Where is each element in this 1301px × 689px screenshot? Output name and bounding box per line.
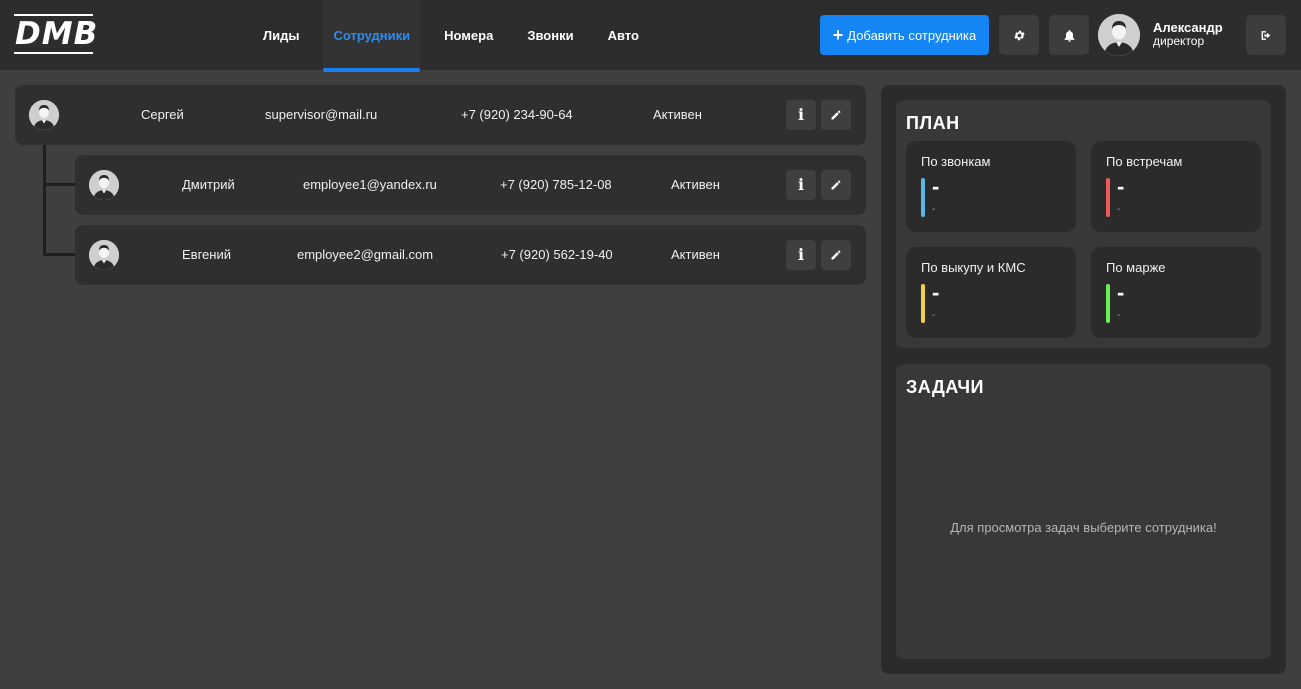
employee-status: Активен (653, 107, 702, 122)
tasks-section: ЗАДАЧИ (896, 364, 1271, 659)
employee-email: employee2@gmail.com (297, 247, 434, 262)
tab-numbers[interactable]: Номера (427, 0, 510, 70)
sign-out-icon (1261, 30, 1270, 40)
metric-calls: По звонкам - - (906, 141, 1076, 232)
metric-buyout: По выкупу и КМС - - (906, 247, 1076, 338)
employee-row[interactable]: Дмитрий employee1@yandex.ru +7 (920) 785… (75, 155, 866, 215)
employee-name: Сергей (141, 107, 184, 122)
employee-name: Евгений (182, 247, 231, 262)
employee-email: employee1@yandex.ru (303, 177, 437, 192)
tasks-title: ЗАДАЧИ (906, 377, 984, 397)
employee-phone: +7 (920) 234-90-64 (461, 107, 573, 122)
bell-icon (1064, 29, 1074, 42)
info-icon: i (797, 245, 805, 264)
add-employee-label: Добавить сотрудника (847, 27, 977, 43)
settings-button[interactable] (999, 15, 1039, 55)
app-logo[interactable]: DMB (14, 14, 97, 55)
tab-auto[interactable]: Авто (591, 0, 656, 70)
employee-name: Дмитрий (182, 177, 235, 192)
metric-subvalue: - (1117, 310, 1121, 321)
main-nav: Лиды Сотрудники Номера Звонки Авто (246, 0, 656, 72)
employee-phone: +7 (920) 785-12-08 (500, 177, 612, 192)
metric-value: - (932, 174, 940, 199)
employee-phone: +7 (920) 562-19-40 (501, 247, 613, 262)
pencil-icon (831, 250, 841, 260)
user-name[interactable]: Александр (1153, 21, 1223, 35)
pencil-icon (831, 110, 841, 120)
info-icon: i (797, 175, 805, 194)
metric-subvalue: - (1117, 204, 1121, 215)
user-silhouette-icon (1098, 14, 1140, 56)
user-silhouette-icon (89, 240, 119, 270)
employee-info-button[interactable]: i (786, 100, 816, 130)
pencil-icon (831, 180, 841, 190)
gear-icon (1013, 30, 1025, 40)
metric-color-bar (1106, 178, 1110, 217)
metric-label: По марже (1106, 260, 1166, 275)
employee-avatar (29, 100, 59, 130)
employee-edit-button[interactable] (821, 170, 851, 200)
info-icon: i (797, 105, 805, 124)
employee-info-button[interactable]: i (786, 240, 816, 270)
metric-subvalue: - (932, 310, 936, 321)
employee-info-button[interactable]: i (786, 170, 816, 200)
metric-meetings: По встречам - - (1091, 141, 1261, 232)
employee-status: Активен (671, 177, 720, 192)
metric-label: По звонкам (921, 154, 991, 169)
metric-color-bar (921, 178, 925, 217)
plus-icon: + (832, 25, 844, 45)
metric-value: - (1117, 280, 1125, 305)
tab-employees[interactable]: Сотрудники (323, 0, 421, 72)
employee-row-supervisor[interactable]: Сергей supervisor@mail.ru +7 (920) 234-9… (15, 85, 866, 145)
notifications-button[interactable] (1049, 15, 1089, 55)
metric-value: - (932, 280, 940, 305)
avatar[interactable] (1098, 14, 1140, 56)
metric-color-bar (921, 284, 925, 323)
metric-value: - (1117, 174, 1125, 199)
employee-avatar (89, 170, 119, 200)
metric-label: По выкупу и КМС (921, 260, 1026, 275)
metric-label: По встречам (1106, 154, 1183, 169)
user-role: директор (1153, 34, 1205, 48)
add-employee-button[interactable]: + Добавить сотрудника (820, 15, 989, 55)
tasks-empty-message: Для просмотра задач выберите сотрудника! (950, 520, 1217, 535)
employee-edit-button[interactable] (821, 240, 851, 270)
logout-button[interactable] (1246, 15, 1286, 55)
tab-calls[interactable]: Звонки (510, 0, 590, 70)
user-silhouette-icon (89, 170, 119, 200)
plan-title: ПЛАН (906, 113, 960, 133)
employee-status: Активен (671, 247, 720, 262)
employee-email: supervisor@mail.ru (265, 107, 378, 122)
employee-edit-button[interactable] (821, 100, 851, 130)
plan-section: ПЛАН По звонкам - - По встречам - - По в… (896, 100, 1271, 348)
metric-color-bar (1106, 284, 1110, 323)
metric-margin: По марже - - (1091, 247, 1261, 338)
employee-avatar (89, 240, 119, 270)
logo-bottom-line (14, 52, 93, 54)
employee-row[interactable]: Евгений employee2@gmail.com +7 (920) 562… (75, 225, 866, 285)
tree-connector-vertical (43, 145, 46, 256)
tree-connector-branch (43, 253, 76, 256)
logo-text: DMB (15, 16, 99, 52)
tree-connector-branch (43, 183, 76, 186)
top-header: DMB Лиды Сотрудники Номера Звонки Авто +… (0, 0, 1301, 72)
tab-leads[interactable]: Лиды (246, 0, 316, 70)
metric-subvalue: - (932, 204, 936, 215)
user-silhouette-icon (29, 100, 59, 130)
